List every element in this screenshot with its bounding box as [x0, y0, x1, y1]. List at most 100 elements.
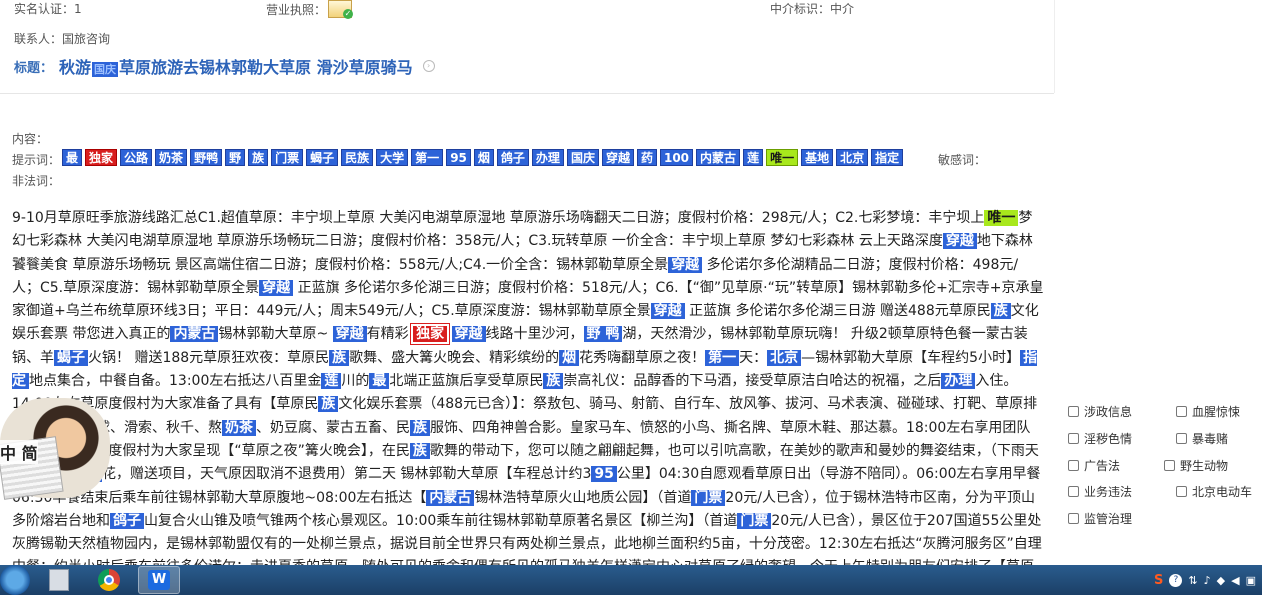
- taskbar-wps[interactable]: W: [138, 566, 180, 594]
- highlighted-keyword[interactable]: 族: [329, 349, 350, 366]
- prompt-tag[interactable]: 第一: [411, 149, 444, 166]
- checkbox-label: 监管治理: [1084, 512, 1133, 526]
- license-image-icon[interactable]: ✓: [328, 0, 354, 19]
- checkbox-label: 业务违法: [1084, 485, 1133, 499]
- checkbox-box[interactable]: [1068, 460, 1079, 471]
- highlighted-keyword[interactable]: 鸽子: [110, 512, 144, 529]
- prompt-tag[interactable]: 蝎子: [306, 149, 339, 166]
- highlighted-keyword[interactable]: 穿越: [668, 256, 703, 273]
- highlighted-keyword[interactable]: 穿越: [942, 233, 977, 250]
- checkbox-box[interactable]: [1164, 460, 1175, 471]
- prompt-tag[interactable]: 野鸭: [190, 149, 223, 166]
- category-checkbox[interactable]: 广告法: [1068, 457, 1120, 474]
- checkbox-box[interactable]: [1176, 406, 1187, 417]
- checkbox-box[interactable]: [1068, 486, 1079, 497]
- category-checkbox[interactable]: 淫秽色情: [1068, 430, 1132, 447]
- highlighted-keyword[interactable]: 族: [409, 442, 430, 459]
- title-label: 标题：: [14, 60, 54, 76]
- highlighted-keyword[interactable]: 野 鸭: [583, 326, 623, 343]
- prompt-tag[interactable]: 奶茶: [155, 149, 188, 166]
- highlighted-keyword[interactable]: 北京: [767, 349, 802, 366]
- prompt-tag[interactable]: 办理: [531, 149, 564, 166]
- highlighted-keyword[interactable]: 穿越: [259, 279, 294, 296]
- action-center-icon[interactable]: ▣: [1246, 574, 1256, 587]
- taskbar-chrome[interactable]: [88, 566, 130, 594]
- prompt-tag[interactable]: 国庆: [566, 149, 599, 166]
- prompt-tag[interactable]: 独家: [85, 149, 118, 166]
- prompt-tag[interactable]: 大学: [376, 149, 409, 166]
- highlighted-keyword[interactable]: 穿越: [451, 326, 486, 343]
- checkbox-box[interactable]: [1068, 433, 1079, 444]
- security-shield-icon[interactable]: ◆: [1217, 574, 1225, 587]
- category-checkbox[interactable]: 暴毒赌: [1176, 430, 1228, 447]
- chrome-icon: [98, 569, 120, 591]
- content-text: 崇高礼仪：品醇香的下马酒，接受草原洁白哈达的祝福，之后: [563, 373, 942, 390]
- category-checkbox[interactable]: 涉政信息: [1068, 403, 1132, 420]
- prompt-tag[interactable]: 基地: [801, 149, 834, 166]
- content-text: 火锅！ 赠送188元草原狂欢夜：草原民: [88, 349, 330, 366]
- highlighted-keyword[interactable]: 门票: [737, 512, 772, 529]
- prompt-tag[interactable]: 指定: [871, 149, 904, 166]
- speaker-icon[interactable]: ◀: [1231, 574, 1239, 587]
- prompt-tag[interactable]: 药: [636, 149, 657, 166]
- checkbox-box[interactable]: [1068, 513, 1079, 524]
- highlighted-keyword[interactable]: 内蒙古: [170, 326, 219, 343]
- checkbox-box[interactable]: [1068, 406, 1079, 417]
- prompt-tag[interactable]: 公路: [120, 149, 153, 166]
- highlighted-keyword[interactable]: 门票: [691, 489, 726, 506]
- highlighted-keyword[interactable]: 办理: [941, 373, 976, 390]
- checkbox-box[interactable]: [1176, 433, 1187, 444]
- illegal-label: 非法词：: [12, 174, 61, 188]
- avatar-ime-label[interactable]: 中 简: [0, 440, 38, 464]
- category-checkbox[interactable]: 监管治理: [1068, 510, 1132, 527]
- prompt-tag[interactable]: 北京: [836, 149, 869, 166]
- title-suffix: 草原旅游去锡林郭勒大草原 滑沙草原骑马: [119, 58, 413, 77]
- highlighted-keyword[interactable]: 最: [369, 373, 390, 390]
- content-text: —锡林郭勒大草原【车程约5小时】: [801, 349, 1021, 366]
- highlighted-keyword[interactable]: 独家: [410, 323, 451, 346]
- prompt-tag[interactable]: 鸽子: [496, 149, 529, 166]
- checkbox-label: 北京电动车: [1192, 485, 1253, 499]
- prompt-tag[interactable]: 内蒙古: [696, 149, 741, 166]
- highlighted-keyword[interactable]: 第一: [705, 349, 740, 366]
- highlighted-keyword[interactable]: 95: [591, 466, 617, 483]
- highlighted-keyword[interactable]: 烟: [559, 349, 580, 366]
- category-checkbox[interactable]: 业务违法: [1068, 483, 1132, 500]
- prompt-tag[interactable]: 95: [446, 149, 471, 166]
- prompt-tag[interactable]: 民族: [341, 149, 374, 166]
- checkbox-label: 暴毒赌: [1192, 432, 1229, 446]
- sogou-ime-icon[interactable]: S: [1154, 573, 1163, 588]
- highlighted-keyword[interactable]: 族: [318, 396, 339, 413]
- prompt-tag[interactable]: 100: [659, 149, 694, 166]
- volume-icon[interactable]: ♪: [1204, 574, 1211, 587]
- highlighted-keyword[interactable]: 唯一: [984, 210, 1019, 226]
- highlighted-keyword[interactable]: 内蒙古: [426, 489, 475, 506]
- highlighted-keyword[interactable]: 蝎子: [54, 349, 88, 366]
- taskbar-calculator[interactable]: [38, 566, 80, 594]
- prompt-tag[interactable]: 门票: [271, 149, 304, 166]
- highlighted-keyword[interactable]: 奶茶: [222, 419, 256, 436]
- category-checkbox[interactable]: 血腥惊悚: [1176, 403, 1240, 420]
- network-icon[interactable]: ⇅: [1188, 574, 1197, 587]
- prompt-tag[interactable]: 烟: [473, 149, 494, 166]
- category-checkbox[interactable]: 野生动物: [1164, 457, 1228, 474]
- prompt-tag[interactable]: 族: [248, 149, 269, 166]
- highlighted-keyword[interactable]: 族: [543, 373, 564, 390]
- checkbox-box[interactable]: [1176, 486, 1187, 497]
- prompt-tag[interactable]: 野: [225, 149, 246, 166]
- highlighted-keyword[interactable]: 族: [990, 303, 1011, 320]
- prompt-tag[interactable]: 最: [62, 149, 83, 166]
- prompt-tag[interactable]: 唯一: [766, 149, 799, 166]
- highlighted-keyword[interactable]: 莲: [321, 373, 342, 390]
- prompt-tag[interactable]: 莲: [743, 149, 764, 166]
- info-icon[interactable]: ›: [422, 60, 435, 72]
- help-icon[interactable]: ?: [1169, 573, 1183, 587]
- prompt-tag[interactable]: 穿越: [601, 149, 634, 166]
- category-checkbox[interactable]: 北京电动车: [1176, 483, 1252, 500]
- highlighted-keyword[interactable]: 穿越: [650, 303, 685, 320]
- content-text: 锡林浩特草原火山地质公园】（首道: [474, 489, 692, 506]
- highlighted-keyword[interactable]: 穿越: [332, 326, 367, 343]
- highlighted-keyword[interactable]: 族: [410, 419, 430, 436]
- content-text: 9-10月草原旺季旅游线路汇总C1.超值草原：丰宁坝上草原 大美闪电湖草原湿地 …: [12, 210, 985, 226]
- start-button[interactable]: [0, 565, 30, 595]
